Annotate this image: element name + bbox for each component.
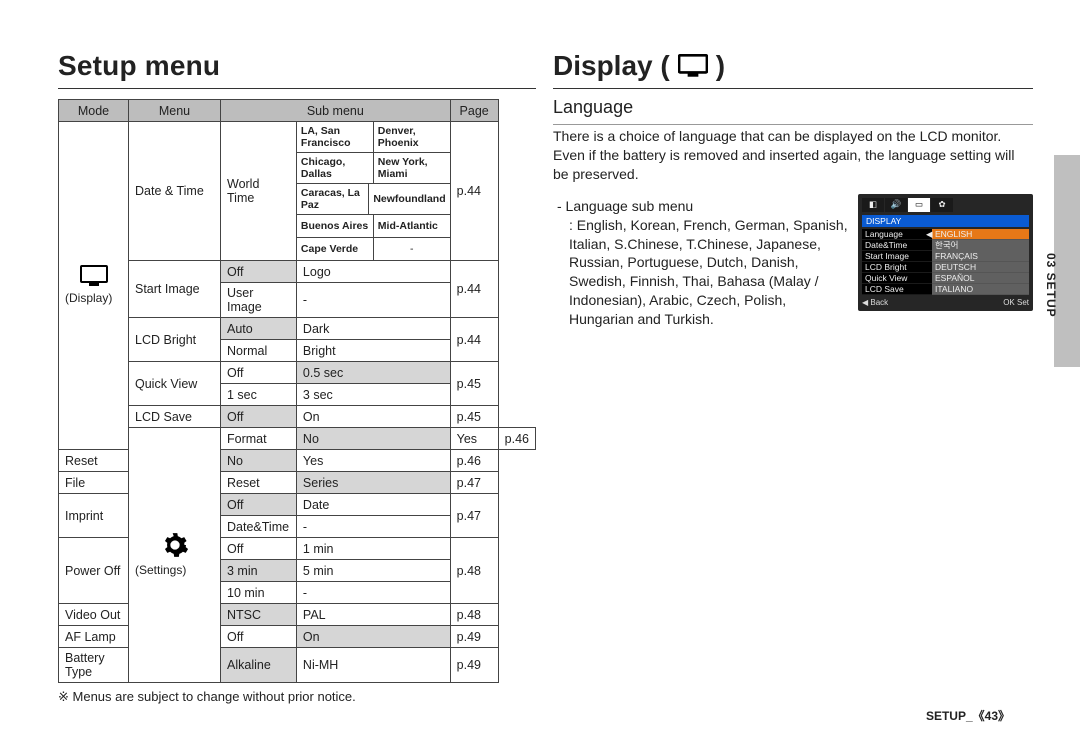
display-icon <box>678 54 708 78</box>
setup-menu-table: Mode Menu Sub menu Page (Display) Date &… <box>58 99 536 683</box>
language-description: There is a choice of language that can b… <box>553 127 1033 184</box>
col-mode: Mode <box>59 100 129 122</box>
mode-display-cell: (Display) <box>59 122 129 450</box>
col-page: Page <box>450 100 498 122</box>
camera-tab-settings-icon: ✿ <box>931 198 953 212</box>
camera-tab-camera-icon: ◧ <box>862 198 884 212</box>
page-footer: SETUP_《43》 <box>926 707 1010 724</box>
divider <box>553 88 1033 89</box>
camera-footer-set: OK Set <box>1003 298 1029 307</box>
subdivider <box>553 124 1033 125</box>
gear-icon <box>161 531 189 559</box>
setup-menu-title: Setup menu <box>58 50 536 82</box>
language-heading: Language <box>553 97 1033 118</box>
col-submenu: Sub menu <box>221 100 451 122</box>
col-menu: Menu <box>129 100 221 122</box>
camera-tab-sound-icon: 🔊 <box>885 198 907 212</box>
table-footnote: ※ Menus are subject to change without pr… <box>58 689 536 705</box>
divider <box>58 88 536 89</box>
language-bullet: - Language sub menu <box>557 198 848 214</box>
display-title: Display ( ) <box>553 50 1033 82</box>
camera-header: DISPLAY <box>862 215 1029 227</box>
camera-screenshot: ◧ 🔊 ▭ ✿ DISPLAY Language ◀ ENGLISH Date&… <box>858 194 1033 311</box>
mode-settings-cell: (Settings) <box>129 428 221 683</box>
language-list: : English, Korean, French, German, Spani… <box>569 216 848 329</box>
chapter-side-tab: 03 SETUP <box>1054 155 1080 367</box>
camera-row: Language ◀ ENGLISH <box>862 229 1029 240</box>
display-icon <box>80 265 108 287</box>
camera-tab-display-icon: ▭ <box>908 198 930 212</box>
camera-footer-back: ◀ Back <box>862 298 888 307</box>
